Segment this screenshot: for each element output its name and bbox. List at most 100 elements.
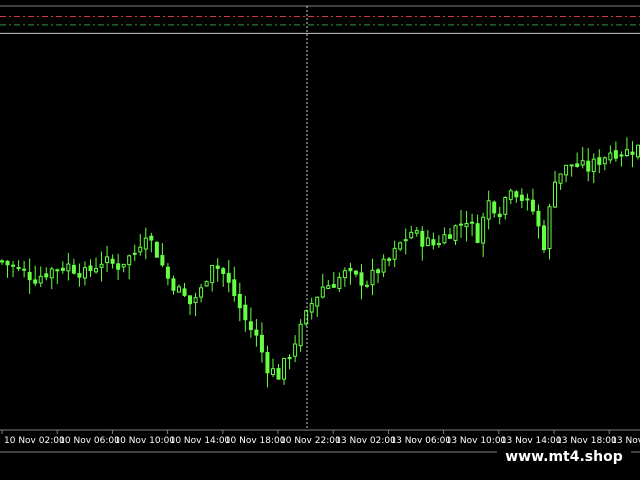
- candle: [580, 146, 585, 169]
- x-tick-label: 10 Nov 10:00: [114, 436, 175, 446]
- candle: [243, 295, 248, 332]
- candle-body: [608, 152, 613, 161]
- candle: [547, 203, 552, 260]
- candle-body: [105, 256, 110, 263]
- candle-body: [149, 235, 154, 241]
- x-tick-label: 10 Nov 14:00: [170, 436, 231, 446]
- x-tick-label: 13 Nov 06:00: [390, 436, 451, 446]
- price-chart: 10 Nov 02:0010 Nov 06:0010 Nov 10:0010 N…: [0, 5, 640, 453]
- candle: [530, 188, 535, 215]
- candle: [0, 259, 4, 265]
- candle-body: [265, 352, 270, 374]
- candle: [121, 263, 126, 273]
- candle-body: [326, 285, 331, 290]
- candle: [38, 266, 43, 288]
- candle: [132, 244, 137, 261]
- reference-lines: [0, 15, 640, 34]
- candle: [569, 164, 574, 177]
- candle-body: [293, 343, 298, 357]
- candle: [55, 268, 60, 284]
- candle-body: [27, 271, 32, 281]
- candle: [287, 354, 292, 370]
- candle-body: [398, 242, 403, 250]
- watermark: www.mt4.shop: [497, 446, 631, 469]
- x-tick-label: 13 Nov: [611, 436, 640, 446]
- x-tick-label: 10 Nov 02:00: [4, 436, 65, 446]
- candle: [553, 170, 558, 208]
- candle: [337, 272, 342, 292]
- candle: [359, 264, 364, 300]
- candle: [536, 204, 541, 239]
- candle-body: [636, 144, 640, 158]
- candle: [199, 283, 204, 303]
- candle-body: [315, 296, 320, 307]
- candle: [82, 261, 87, 286]
- candles: [0, 137, 640, 388]
- candle-body: [138, 246, 143, 253]
- candle-body: [459, 223, 464, 226]
- candle-body: [232, 279, 237, 297]
- candle: [204, 280, 209, 287]
- candle-body: [248, 321, 253, 331]
- candle-body: [176, 286, 181, 293]
- candle: [298, 319, 303, 352]
- candle: [630, 141, 635, 168]
- candle: [276, 363, 281, 380]
- candle: [165, 263, 170, 286]
- candle-body: [497, 213, 502, 218]
- candle-body: [564, 164, 569, 176]
- candle: [392, 240, 397, 267]
- candle: [160, 243, 165, 268]
- candle: [88, 259, 93, 277]
- candle-body: [575, 163, 580, 168]
- candle-body: [320, 286, 325, 298]
- candle-body: [38, 275, 43, 284]
- candle-body: [436, 243, 441, 246]
- candle-body: [82, 267, 87, 279]
- candle-body: [475, 223, 480, 243]
- candle-body: [204, 281, 209, 287]
- candle: [398, 241, 403, 252]
- candle: [44, 267, 49, 281]
- candle-body: [541, 225, 546, 251]
- candle: [149, 232, 154, 253]
- candle-body: [199, 287, 204, 298]
- candle-body: [553, 181, 558, 208]
- candle: [602, 156, 607, 171]
- candle-body: [298, 323, 303, 347]
- candle-body: [381, 258, 386, 273]
- candle: [326, 279, 331, 290]
- candle-body: [492, 201, 497, 214]
- candle-body: [55, 269, 60, 272]
- candle: [414, 226, 419, 237]
- candle-body: [99, 263, 104, 268]
- candle: [591, 153, 596, 184]
- candle-body: [586, 160, 591, 172]
- candle: [215, 258, 220, 282]
- candle-body: [591, 158, 596, 172]
- x-tick-label: 13 Nov 02:00: [335, 436, 396, 446]
- candle-body: [365, 284, 370, 287]
- candle: [16, 260, 21, 272]
- candle-body: [282, 357, 287, 380]
- candle: [425, 229, 430, 247]
- candle: [470, 213, 475, 237]
- candle: [481, 212, 486, 258]
- candle-body: [143, 237, 148, 250]
- candle: [154, 241, 159, 258]
- candle: [270, 358, 275, 377]
- candle: [464, 211, 469, 242]
- candle-body: [503, 197, 508, 215]
- candle-body: [453, 225, 458, 241]
- candle-body: [519, 194, 524, 201]
- candle-body: [508, 190, 513, 200]
- candle: [232, 266, 237, 302]
- candle: [282, 357, 287, 385]
- candle: [182, 282, 187, 298]
- candle: [99, 251, 104, 282]
- candle: [248, 307, 253, 338]
- candle-body: [94, 268, 99, 273]
- candle: [608, 145, 613, 164]
- candle: [33, 265, 38, 286]
- candle: [353, 269, 358, 278]
